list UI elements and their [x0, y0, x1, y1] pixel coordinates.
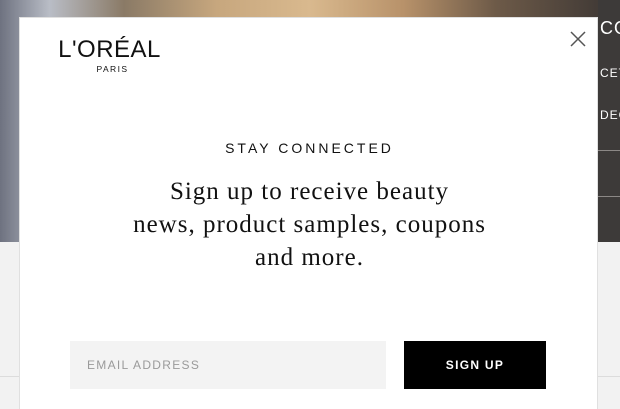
headline-line: and more. [255, 244, 364, 271]
brand-logo: L'ORÉAL PARIS [42, 36, 177, 76]
close-icon [570, 31, 586, 47]
side-label: DEC [600, 108, 620, 122]
headline-line: Sign up to receive beauty [169, 178, 450, 205]
headline-line: news, product samples, coupons [133, 211, 486, 238]
modal-headline: Sign up to receive beauty news, product … [80, 175, 539, 274]
logo-wordmark: L'ORÉAL [58, 36, 161, 63]
close-button[interactable] [568, 29, 588, 49]
modal-eyebrow: STAY CONNECTED [225, 140, 394, 156]
newsletter-modal: L'ORÉAL PARIS STAY CONNECTED Sign up to … [19, 17, 598, 409]
side-label: CO [600, 18, 620, 38]
sign-up-button[interactable]: SIGN UP [404, 341, 546, 389]
email-field[interactable] [70, 341, 386, 389]
side-label: CET [600, 66, 620, 80]
side-divider [598, 196, 620, 197]
logo-subtitle: PARIS [96, 64, 129, 74]
side-divider [598, 150, 620, 151]
